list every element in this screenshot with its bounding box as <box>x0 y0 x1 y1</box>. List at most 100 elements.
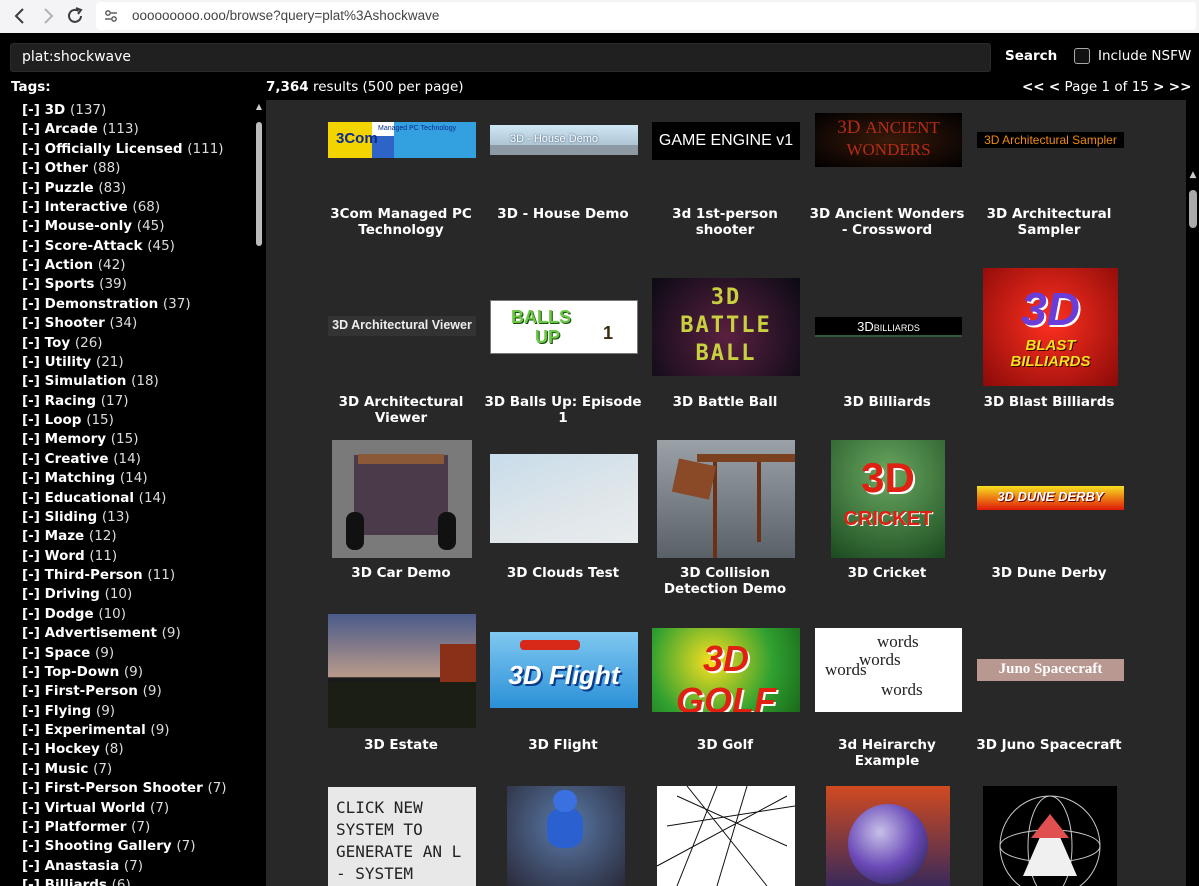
tag-link[interactable]: Other <box>45 160 88 176</box>
tag-link[interactable]: Educational <box>45 490 134 506</box>
game-thumbnail[interactable] <box>490 454 638 543</box>
game-card[interactable] <box>807 786 967 886</box>
game-card[interactable]: 3D Car Demo <box>321 437 481 607</box>
tag-link[interactable]: Dodge <box>45 606 94 622</box>
tag-link[interactable]: Simulation <box>45 373 127 389</box>
tag-link[interactable]: Creative <box>45 451 109 467</box>
tag-toggle[interactable]: [-] <box>22 567 40 583</box>
include-nsfw-checkbox[interactable] <box>1074 48 1090 64</box>
tag-link[interactable]: Interactive <box>45 199 128 215</box>
tag-toggle[interactable]: [-] <box>22 180 40 196</box>
tag-toggle[interactable]: [-] <box>22 645 40 661</box>
tag-toggle[interactable]: [-] <box>22 276 40 292</box>
game-thumbnail[interactable] <box>332 440 472 558</box>
tag-link[interactable]: Hockey <box>45 741 100 757</box>
tag-link[interactable]: Toy <box>45 335 71 351</box>
tag-link[interactable]: Arcade <box>45 121 98 137</box>
tag-link[interactable]: Mouse-only <box>45 218 132 234</box>
search-input[interactable]: plat:shockwave <box>10 43 991 72</box>
tag-link[interactable]: Music <box>45 761 89 777</box>
tag-toggle[interactable]: [-] <box>22 877 40 886</box>
game-thumbnail[interactable]: 3D DUNE DERBY <box>977 486 1124 510</box>
game-card[interactable]: 3D Architectural Sampler 3D Architectura… <box>969 100 1129 250</box>
tag-link[interactable]: Loop <box>45 412 82 428</box>
tag-toggle[interactable]: [-] <box>22 490 40 506</box>
game-thumbnail[interactable]: 3D GOLF <box>652 628 800 712</box>
sidebar-scrollbar-thumb[interactable] <box>256 122 262 246</box>
reload-icon[interactable] <box>62 3 88 29</box>
tag-toggle[interactable]: [-] <box>22 335 40 351</box>
game-thumbnail[interactable]: 3DBILLIARDS <box>815 317 962 337</box>
game-thumbnail[interactable]: 3D Architectural Sampler <box>977 132 1124 148</box>
tag-toggle[interactable]: [-] <box>22 393 40 409</box>
game-thumbnail[interactable]: 3D ANCIENT WONDERS <box>815 113 962 167</box>
tag-link[interactable]: Demonstration <box>45 296 159 312</box>
game-thumbnail[interactable] <box>507 786 625 886</box>
game-card[interactable] <box>645 786 805 886</box>
game-thumbnail[interactable]: words words words words <box>815 628 962 712</box>
tag-link[interactable]: Virtual World <box>45 800 146 816</box>
game-thumbnail[interactable] <box>657 786 795 886</box>
tag-toggle[interactable]: [-] <box>22 121 40 137</box>
tag-toggle[interactable]: [-] <box>22 315 40 331</box>
game-card[interactable] <box>483 786 643 886</box>
tag-toggle[interactable]: [-] <box>22 509 40 525</box>
tag-link[interactable]: Top-Down <box>45 664 120 680</box>
game-thumbnail[interactable] <box>328 614 476 728</box>
game-card[interactable]: GAME ENGINE v1 3d 1st-person shooter <box>645 100 805 250</box>
game-thumbnail[interactable] <box>657 440 795 558</box>
game-card[interactable]: 3D CRICKET 3D Cricket <box>807 437 967 607</box>
tag-link[interactable]: Action <box>45 257 93 273</box>
game-thumbnail[interactable]: 3D Flight <box>490 632 638 708</box>
tag-link[interactable]: Billiards <box>45 877 107 886</box>
tag-toggle[interactable]: [-] <box>22 625 40 641</box>
tag-toggle[interactable]: [-] <box>22 451 40 467</box>
tag-link[interactable]: Sliding <box>45 509 98 525</box>
tag-link[interactable]: Advertisement <box>45 625 157 641</box>
game-thumbnail[interactable]: Juno Spacecraft <box>977 659 1124 681</box>
game-card[interactable] <box>969 786 1129 886</box>
tag-link[interactable]: Officially Licensed <box>45 141 183 157</box>
game-card[interactable]: 3D BATTLE BALL 3D Battle Ball <box>645 266 805 436</box>
game-card[interactable]: 3D Estate <box>321 609 481 779</box>
game-thumbnail[interactable]: GAME ENGINE v1 <box>652 122 800 160</box>
game-card[interactable]: 3D DUNE DERBY 3D Dune Derby <box>969 437 1129 607</box>
tag-link[interactable]: Shooter <box>45 315 105 331</box>
tag-toggle[interactable]: [-] <box>22 373 40 389</box>
tag-link[interactable]: Matching <box>45 470 116 486</box>
tag-toggle[interactable]: [-] <box>22 586 40 602</box>
tag-toggle[interactable]: [-] <box>22 780 40 796</box>
tag-toggle[interactable]: [-] <box>22 722 40 738</box>
tag-toggle[interactable]: [-] <box>22 354 40 370</box>
game-thumbnail[interactable]: 3Com Managed PC Technology <box>328 122 476 158</box>
game-thumbnail[interactable]: 3D CRICKET <box>831 440 945 558</box>
tag-link[interactable]: Score-Attack <box>45 238 143 254</box>
tag-toggle[interactable]: [-] <box>22 800 40 816</box>
tag-toggle[interactable]: [-] <box>22 528 40 544</box>
tag-toggle[interactable]: [-] <box>22 470 40 486</box>
tag-link[interactable]: Flying <box>45 703 92 719</box>
tag-link[interactable]: Third-Person <box>45 567 143 583</box>
main-scrollbar-thumb[interactable] <box>1189 190 1197 228</box>
game-card[interactable]: 3D Clouds Test <box>483 437 643 607</box>
tag-toggle[interactable]: [-] <box>22 141 40 157</box>
tag-toggle[interactable]: [-] <box>22 606 40 622</box>
game-thumbnail[interactable]: CLICK NEW SYSTEM TO GENERATE AN L - SYST… <box>328 787 476 886</box>
tag-toggle[interactable]: [-] <box>22 257 40 273</box>
game-thumbnail[interactable] <box>826 786 950 886</box>
game-card[interactable]: 3D - House Demo 3D - House Demo <box>483 100 643 250</box>
first-page-link[interactable]: << <box>1022 79 1045 95</box>
tag-link[interactable]: Anastasia <box>45 858 120 874</box>
game-card[interactable]: words words words words 3d Heirarchy Exa… <box>807 609 967 779</box>
tag-link[interactable]: Space <box>45 645 91 661</box>
game-card[interactable]: 3D ANCIENT WONDERS 3D Ancient Wonders - C… <box>807 100 967 250</box>
tag-link[interactable]: Word <box>45 548 85 564</box>
tag-link[interactable]: First-Person <box>45 683 138 699</box>
address-bar[interactable]: ooooooooo.ooo/browse?query=plat%3Ashockw… <box>96 2 1196 30</box>
tag-toggle[interactable]: [-] <box>22 412 40 428</box>
tag-link[interactable]: Memory <box>45 431 106 447</box>
tag-link[interactable]: Utility <box>45 354 92 370</box>
game-card[interactable]: 3Com Managed PC Technology 3Com Managed … <box>321 100 481 250</box>
game-thumbnail[interactable]: 3D - House Demo <box>490 125 638 155</box>
back-icon[interactable] <box>7 3 33 29</box>
